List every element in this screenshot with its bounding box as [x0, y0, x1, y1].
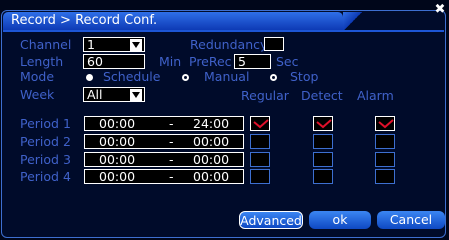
- week-select[interactable]: All: [83, 87, 145, 102]
- checkmark-icon: [316, 119, 332, 129]
- period-label: Period 1: [20, 116, 71, 131]
- period-separator: -: [169, 134, 174, 149]
- mode-stop-label: Stop: [290, 69, 319, 84]
- period-time-field[interactable]: 00:00 - 00:00: [84, 169, 244, 184]
- checkmark-icon: [378, 119, 394, 129]
- advanced-button[interactable]: Advanced: [239, 211, 303, 229]
- channel-select[interactable]: 1: [83, 37, 145, 52]
- length-input[interactable]: 60: [83, 54, 145, 69]
- regular-checkbox[interactable]: [250, 152, 270, 167]
- prerec-input[interactable]: 5: [234, 54, 271, 69]
- title-tab-corner: [343, 12, 363, 30]
- regular-checkbox[interactable]: [250, 169, 270, 184]
- period-end: 00:00: [193, 152, 230, 167]
- prerec-unit: Sec: [276, 54, 299, 69]
- detect-checkbox[interactable]: [313, 152, 333, 167]
- detect-checkbox[interactable]: [313, 169, 333, 184]
- alarm-column-header: Alarm: [357, 88, 394, 103]
- detect-checkbox[interactable]: [313, 134, 333, 149]
- mode-schedule-radio[interactable]: [86, 74, 93, 81]
- week-value: All: [87, 87, 103, 102]
- alarm-checkbox[interactable]: [375, 169, 395, 184]
- channel-value: 1: [87, 37, 95, 52]
- mode-manual-radio[interactable]: [182, 74, 189, 81]
- period-start: 00:00: [99, 169, 136, 184]
- regular-checkbox[interactable]: [250, 116, 270, 131]
- redundancy-checkbox[interactable]: [264, 37, 284, 51]
- length-unit: Min: [159, 54, 182, 69]
- detect-checkbox[interactable]: [313, 116, 333, 131]
- chevron-down-icon: [130, 89, 142, 101]
- period-separator: -: [169, 169, 174, 184]
- mode-schedule-label: Schedule: [103, 69, 161, 84]
- period-start: 00:00: [99, 134, 136, 149]
- period-time-field[interactable]: 00:00 - 00:00: [84, 152, 244, 167]
- period-label: Period 3: [20, 152, 71, 167]
- mode-label: Mode: [20, 69, 55, 84]
- period-time-field[interactable]: 00:00 - 00:00: [84, 134, 244, 149]
- alarm-checkbox[interactable]: [375, 152, 395, 167]
- record-conf-window: Record > Record Conf. ✖ Channel 1 Redund…: [0, 0, 449, 240]
- period-separator: -: [169, 152, 174, 167]
- alarm-checkbox[interactable]: [375, 116, 395, 131]
- period-start: 00:00: [99, 116, 136, 131]
- period-end: 24:00: [193, 116, 230, 131]
- length-label: Length: [20, 54, 64, 69]
- period-label: Period 2: [20, 134, 71, 149]
- detect-column-header: Detect: [301, 88, 343, 103]
- period-end: 00:00: [193, 169, 230, 184]
- period-label: Period 4: [20, 169, 71, 184]
- period-start: 00:00: [99, 152, 136, 167]
- close-icon[interactable]: ✖: [433, 3, 447, 17]
- alarm-checkbox[interactable]: [375, 134, 395, 149]
- period-time-field[interactable]: 00:00 - 24:00: [84, 116, 244, 131]
- regular-column-header: Regular: [241, 88, 289, 103]
- title-divider: [3, 30, 444, 32]
- checkmark-icon: [253, 119, 269, 129]
- cancel-button[interactable]: Cancel: [377, 211, 445, 229]
- mode-manual-label: Manual: [204, 69, 250, 84]
- week-label: Week: [20, 87, 55, 102]
- channel-label: Channel: [20, 37, 72, 52]
- redundancy-label: Redundancy: [190, 37, 268, 52]
- ok-button[interactable]: ok: [309, 211, 371, 229]
- window-title: Record > Record Conf.: [3, 12, 343, 30]
- chevron-down-icon: [130, 39, 142, 51]
- period-separator: -: [169, 116, 174, 131]
- regular-checkbox[interactable]: [250, 134, 270, 149]
- period-end: 00:00: [193, 134, 230, 149]
- prerec-label: PreRec: [189, 54, 232, 69]
- mode-stop-radio[interactable]: [270, 74, 277, 81]
